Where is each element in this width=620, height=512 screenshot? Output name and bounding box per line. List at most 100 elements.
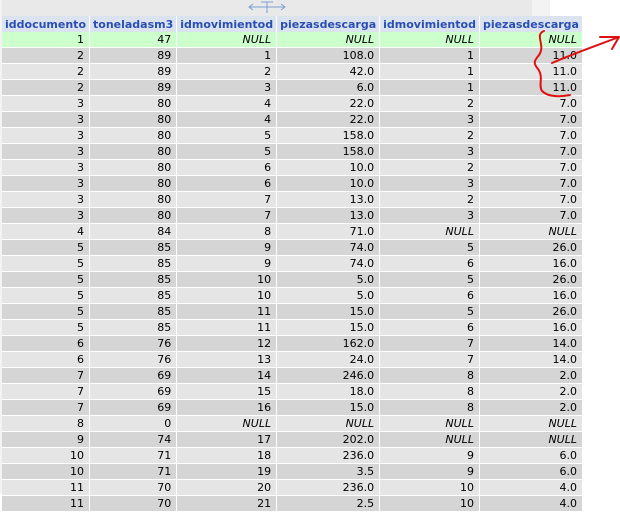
table-cell[interactable]: 3 — [2, 111, 90, 128]
table-cell[interactable]: 9 — [2, 431, 90, 448]
table-cell[interactable]: 2 — [379, 159, 480, 176]
table-row[interactable]: 10 71 18 236.0 9 6.0 — [2, 447, 583, 464]
table-cell[interactable]: 1 — [379, 47, 480, 64]
table-cell[interactable]: 5 — [379, 271, 480, 288]
table-cell[interactable]: 158.0 — [276, 127, 381, 144]
table-cell[interactable]: 7 — [2, 383, 90, 400]
table-cell[interactable]: 3 — [2, 127, 90, 144]
table-cell[interactable]: 2.0 — [479, 367, 583, 384]
table-cell[interactable]: 80 — [89, 207, 178, 224]
table-cell[interactable]: 2 — [176, 63, 278, 80]
table-cell[interactable]: 89 — [89, 79, 178, 96]
table-cell[interactable]: 236.0 — [276, 447, 381, 464]
table-cell[interactable]: 5 — [2, 319, 90, 336]
table-cell[interactable]: 16.0 — [479, 287, 583, 304]
table-cell[interactable]: 4.0 — [479, 495, 583, 512]
table-cell[interactable]: 4 — [176, 111, 278, 128]
table-cell[interactable]: 10 — [2, 463, 90, 480]
table-cell[interactable]: 6 — [2, 351, 90, 368]
table-cell[interactable]: 7 — [176, 191, 278, 208]
column-header-idmovimientod-2[interactable]: idmovimientod — [379, 16, 480, 32]
table-cell[interactable]: 18.0 — [276, 383, 381, 400]
table-row[interactable]: 3 80 7 13.0 3 7.0 — [2, 207, 583, 224]
table-cell[interactable]: 6 — [176, 175, 278, 192]
table-row[interactable]: 5 85 10 5.0 6 16.0 — [2, 287, 583, 304]
table-cell[interactable]: 2 — [379, 95, 480, 112]
table-cell[interactable]: 3 — [379, 175, 480, 192]
table-cell[interactable]: 2 — [379, 127, 480, 144]
table-cell[interactable]: 6.0 — [479, 463, 583, 480]
table-cell[interactable]: 5 — [2, 255, 90, 272]
table-cell[interactable]: 6 — [176, 159, 278, 176]
table-cell[interactable]: 5 — [2, 287, 90, 304]
table-cell[interactable]: 202.0 — [276, 431, 381, 448]
table-cell[interactable]: 236.0 — [276, 479, 381, 496]
table-cell[interactable]: 15.0 — [276, 399, 381, 416]
table-cell[interactable]: 2 — [379, 191, 480, 208]
table-cell[interactable]: 85 — [89, 287, 178, 304]
table-cell[interactable]: 85 — [89, 303, 178, 320]
table-cell[interactable]: 13.0 — [276, 207, 381, 224]
table-cell[interactable]: 7 — [2, 399, 90, 416]
table-row[interactable]: 5 85 11 15.0 5 26.0 — [2, 303, 583, 320]
table-cell[interactable]: 7 — [2, 367, 90, 384]
table-cell[interactable]: 70 — [89, 495, 178, 512]
table-cell[interactable]: 6.0 — [276, 79, 381, 96]
table-cell[interactable]: 2 — [2, 47, 90, 64]
table-cell[interactable]: NULL — [379, 223, 480, 240]
table-cell[interactable]: 80 — [89, 95, 178, 112]
table-cell[interactable]: 18 — [176, 447, 278, 464]
table-cell[interactable]: 8 — [176, 223, 278, 240]
column-resize-icon[interactable] — [247, 0, 287, 14]
table-cell[interactable]: 80 — [89, 191, 178, 208]
table-cell[interactable]: 3 — [379, 111, 480, 128]
table-cell[interactable]: 3 — [2, 143, 90, 160]
table-cell[interactable]: 69 — [89, 383, 178, 400]
table-cell[interactable]: 24.0 — [276, 351, 381, 368]
table-cell[interactable]: 74.0 — [276, 255, 381, 272]
table-cell[interactable]: 22.0 — [276, 95, 381, 112]
table-cell[interactable]: 2 — [2, 63, 90, 80]
table-cell[interactable]: 16 — [176, 399, 278, 416]
table-cell[interactable]: 162.0 — [276, 335, 381, 352]
table-cell[interactable]: 26.0 — [479, 239, 583, 256]
table-cell[interactable]: 80 — [89, 175, 178, 192]
table-cell[interactable]: 8 — [379, 383, 480, 400]
table-cell[interactable]: 8 — [379, 367, 480, 384]
table-cell[interactable]: 7.0 — [479, 207, 583, 224]
table-cell[interactable]: 9 — [176, 255, 278, 272]
table-cell[interactable]: 10 — [176, 271, 278, 288]
table-row[interactable]: 5 85 9 74.0 5 26.0 — [2, 239, 583, 256]
table-row[interactable]: 4 84 8 71.0 NULL NULL — [2, 223, 583, 240]
table-cell[interactable]: 4 — [176, 95, 278, 112]
table-cell[interactable]: 1 — [2, 32, 90, 48]
table-cell[interactable]: 6 — [379, 287, 480, 304]
table-cell[interactable]: 9 — [379, 463, 480, 480]
table-cell[interactable]: NULL — [379, 415, 480, 432]
table-cell[interactable]: 3 — [2, 207, 90, 224]
table-row[interactable]: 8 0 NULL NULL NULL NULL — [2, 415, 583, 432]
table-row[interactable]: 6 76 13 24.0 7 14.0 — [2, 351, 583, 368]
table-row[interactable]: 11 70 21 2.5 10 4.0 — [2, 495, 583, 512]
table-cell[interactable]: 3.5 — [276, 463, 381, 480]
column-header-toneladasm3[interactable]: toneladasm3 — [89, 16, 178, 32]
table-cell[interactable]: 13 — [176, 351, 278, 368]
table-cell[interactable]: 14.0 — [479, 335, 583, 352]
table-cell[interactable]: 85 — [89, 239, 178, 256]
table-cell[interactable]: 69 — [89, 367, 178, 384]
table-row[interactable]: 3 80 5 158.0 2 7.0 — [2, 127, 583, 144]
table-cell[interactable]: 2 — [2, 79, 90, 96]
table-cell[interactable]: 26.0 — [479, 303, 583, 320]
table-row[interactable]: 7 69 14 246.0 8 2.0 — [2, 367, 583, 384]
table-row[interactable]: 2 89 2 42.0 1 11.0 — [2, 63, 583, 80]
table-cell[interactable]: 1 — [176, 47, 278, 64]
table-row[interactable]: 3 80 5 158.0 3 7.0 — [2, 143, 583, 160]
table-row[interactable]: 11 70 20 236.0 10 4.0 — [2, 479, 583, 496]
table-row[interactable]: 3 80 6 10.0 2 7.0 — [2, 159, 583, 176]
table-cell[interactable]: 20 — [176, 479, 278, 496]
table-cell[interactable]: 74.0 — [276, 239, 381, 256]
table-cell[interactable]: 7.0 — [479, 191, 583, 208]
table-row[interactable]: 3 80 6 10.0 3 7.0 — [2, 175, 583, 192]
table-cell[interactable]: 8 — [2, 415, 90, 432]
table-cell[interactable]: 7 — [379, 351, 480, 368]
